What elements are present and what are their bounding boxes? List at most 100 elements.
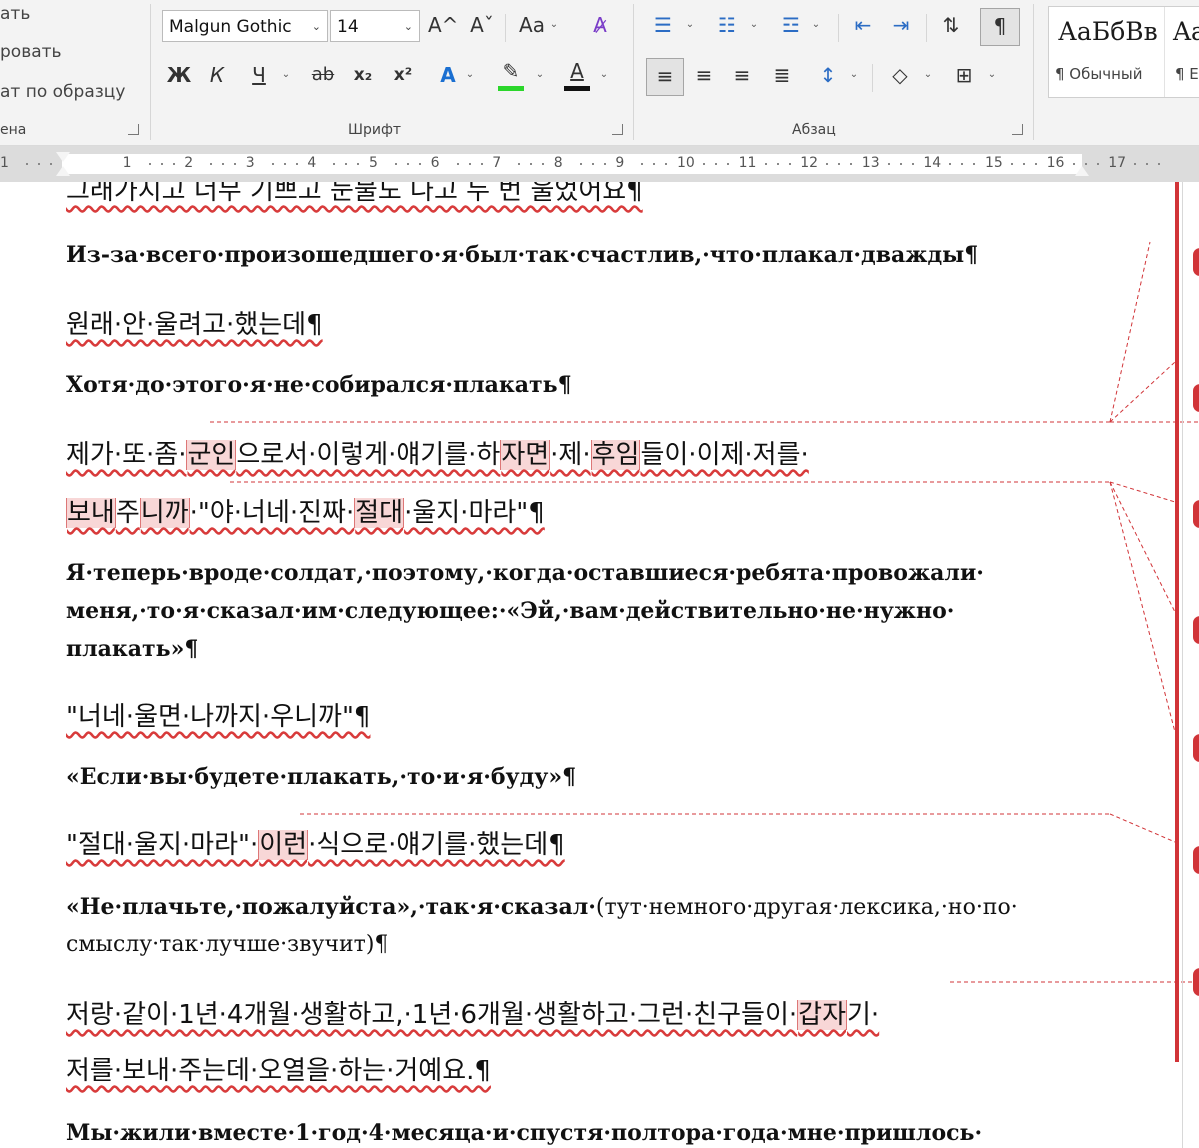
chevron-down-icon: ⌄ — [403, 20, 413, 33]
ruler-tick — [542, 163, 545, 165]
ruler-number: 5 — [369, 155, 378, 171]
separator — [926, 14, 927, 42]
multilevel-list-icon[interactable]: ☲ — [776, 10, 806, 40]
italic-button[interactable]: К — [204, 60, 230, 90]
chevron-down-icon[interactable]: ⌄ — [848, 60, 860, 90]
strikethrough-button[interactable]: ab — [306, 60, 340, 90]
align-left-button[interactable]: ≡ — [646, 58, 684, 96]
font-launcher-icon[interactable] — [612, 124, 623, 135]
ruler-tick — [665, 163, 668, 165]
chevron-down-icon[interactable]: ⌄ — [548, 10, 560, 40]
decrease-indent-icon[interactable]: ⇤ — [848, 10, 878, 40]
ruler-number: 13 — [861, 155, 880, 171]
justify-icon[interactable]: ≣ — [766, 60, 798, 90]
ruler-number: 4 — [307, 155, 317, 171]
ruler-tick — [826, 163, 829, 165]
shrink-font-button[interactable]: Aˇ — [468, 10, 496, 40]
clipboard-group-label: ена — [0, 122, 27, 138]
ruler-number: 17 — [1108, 155, 1127, 171]
chevron-down-icon[interactable]: ⌄ — [464, 60, 476, 90]
ruler-number: 8 — [553, 155, 563, 171]
ruler-tick — [210, 163, 213, 165]
markup-area-line — [1175, 182, 1179, 1062]
increase-indent-icon[interactable]: ⇥ — [886, 10, 916, 40]
ruler-tick — [172, 163, 175, 165]
clear-formatting-icon[interactable]: A̷ — [586, 10, 614, 40]
ruler-tick — [703, 163, 705, 165]
left-indent-marker[interactable] — [56, 166, 70, 176]
show-marks-button[interactable]: ¶ — [980, 8, 1020, 46]
font-size-value: 14 — [337, 17, 359, 37]
group-separator — [1033, 4, 1034, 140]
chevron-down-icon[interactable]: ⌄ — [748, 10, 760, 40]
bold-button[interactable]: Ж — [166, 60, 192, 90]
subscript-button[interactable]: x₂ — [350, 60, 376, 90]
comment-balloon[interactable] — [1193, 616, 1199, 644]
ruler-number: 14 — [923, 155, 942, 171]
chevron-down-icon[interactable]: ⌄ — [684, 10, 696, 40]
style-name: ¶ Обычный — [1055, 65, 1143, 83]
document-page[interactable]: 그래가지고 너무 기쁘고 눈물도 나고 두 번 울었어요¶ Из-за·всег… — [0, 182, 1199, 1148]
comment-leader-lines — [210, 241, 1199, 983]
align-left-icon: ≡ — [656, 64, 674, 88]
chevron-down-icon[interactable]: ⌄ — [598, 60, 610, 90]
ribbon: ать ровать ат по образцу ена Malgun Goth… — [0, 0, 1199, 146]
clipboard-group: ать ровать ат по образцу ена — [0, 0, 150, 145]
ruler-tick — [222, 163, 225, 165]
ruler-tick — [160, 163, 163, 165]
ruler-tick — [887, 163, 890, 165]
style-name: ¶ Е — [1175, 65, 1199, 83]
ruler-number: 1 — [0, 155, 9, 171]
comment-balloon[interactable] — [1193, 846, 1199, 874]
ruler-number: 10 — [677, 155, 695, 171]
paste-label[interactable]: ать — [0, 4, 30, 24]
borders-icon[interactable]: ⊞ — [948, 60, 980, 90]
shading-icon[interactable]: ◇ — [884, 60, 916, 90]
grow-font-button[interactable]: A^ — [428, 10, 458, 40]
format-painter-label[interactable]: ат по образцу — [0, 82, 125, 102]
change-case-button[interactable]: Aa — [514, 10, 550, 40]
style-normal[interactable]: АаБбВв ¶ Обычный — [1049, 7, 1165, 97]
style-no-spacing[interactable]: Aa ¶ Е — [1165, 7, 1199, 97]
ruler-number: 15 — [985, 155, 1003, 171]
underline-button[interactable]: Ч — [246, 60, 272, 90]
clipboard-launcher-icon[interactable] — [128, 124, 139, 135]
superscript-button[interactable]: x² — [390, 60, 416, 90]
comment-balloon[interactable] — [1193, 248, 1199, 276]
highlight-color-icon[interactable]: ✎ — [496, 58, 526, 91]
ruler-tick — [911, 163, 914, 165]
page-edge — [1182, 182, 1183, 1148]
styles-gallery: АаБбВв ¶ Обычный Aa ¶ Е — [1048, 6, 1199, 98]
paragraph-launcher-icon[interactable] — [1012, 124, 1023, 135]
chevron-down-icon[interactable]: ⌄ — [986, 60, 998, 90]
ruler-tick — [579, 163, 582, 165]
line-spacing-icon[interactable]: ↕ — [812, 60, 844, 90]
ruler-tick — [764, 163, 767, 165]
comment-balloon[interactable] — [1193, 500, 1199, 528]
horizontal-ruler[interactable]: 1 1 2 3 4 5 6 7 8 9 10 11 12 13 14 15 16 17 — [0, 146, 1199, 182]
text-effects-icon[interactable]: A — [434, 60, 462, 90]
ruler-tick — [407, 163, 409, 165]
numbering-icon[interactable]: ☷ — [712, 10, 742, 40]
style-sample: АаБбВв — [1058, 17, 1158, 46]
font-size-select[interactable]: 14 ⌄ — [330, 10, 420, 42]
chevron-down-icon[interactable]: ⌄ — [534, 60, 546, 90]
copy-label[interactable]: ровать — [0, 42, 62, 62]
ruler-tick — [1134, 163, 1137, 165]
font-color-icon[interactable]: A — [562, 58, 592, 91]
ruler-tick — [1084, 163, 1087, 165]
comment-balloon[interactable] — [1193, 968, 1199, 996]
font-family-select[interactable]: Malgun Gothic ⌄ — [162, 10, 328, 42]
align-right-icon[interactable]: ≡ — [726, 60, 758, 90]
chevron-down-icon[interactable]: ⌄ — [280, 60, 292, 90]
first-line-indent-marker[interactable] — [56, 152, 70, 162]
comment-balloon[interactable] — [1193, 384, 1199, 412]
chevron-down-icon[interactable]: ⌄ — [922, 60, 934, 90]
chevron-down-icon[interactable]: ⌄ — [810, 10, 822, 40]
ruler-tick — [850, 163, 853, 165]
bullets-icon[interactable]: ☰ — [648, 10, 678, 40]
align-center-icon[interactable]: ≡ — [688, 60, 720, 90]
comment-balloon[interactable] — [1193, 734, 1199, 762]
sort-icon[interactable]: ⇅ — [936, 10, 966, 40]
right-indent-marker[interactable] — [1075, 166, 1089, 176]
